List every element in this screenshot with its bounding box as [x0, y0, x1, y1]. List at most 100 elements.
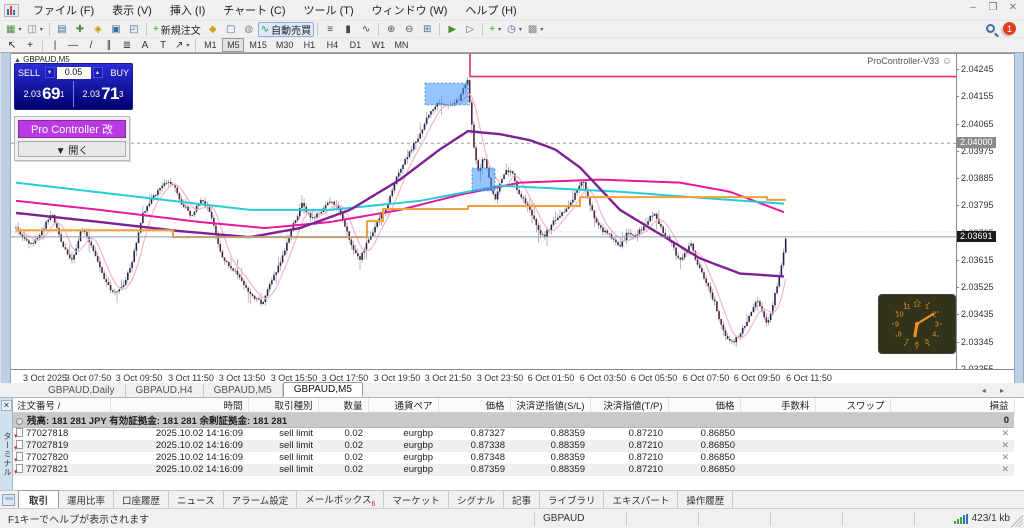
- new-order-button[interactable]: +新規注文: [150, 22, 204, 37]
- dropdown-arrow-icon[interactable]: ▾: [519, 26, 522, 33]
- timeframe-d1-button[interactable]: D1: [344, 38, 366, 52]
- terminal-close-icon[interactable]: ✕: [1, 400, 12, 411]
- chart-candles-button[interactable]: ▮: [339, 22, 357, 37]
- timeframe-m15-button[interactable]: M15: [245, 38, 271, 52]
- column-header-6[interactable]: 決済逆指値(S/L): [510, 398, 590, 413]
- terminal-tab-5[interactable]: メールボックス6: [297, 490, 384, 510]
- data-window-button[interactable]: ✚: [71, 22, 89, 37]
- indicators-button[interactable]: +▾: [486, 22, 504, 37]
- order-row-77027818[interactable]: 770278182025.10.02 14:16:09sell limit0.0…: [13, 428, 1014, 440]
- volume-down-button[interactable]: ▼: [45, 67, 55, 78]
- time-axis[interactable]: 3 Oct 20253 Oct 07:503 Oct 09:503 Oct 11…: [11, 369, 1014, 384]
- zoom-out-button[interactable]: ⊖: [400, 22, 418, 37]
- pro-controller-button[interactable]: Pro Controller 改: [18, 120, 126, 138]
- column-header-10[interactable]: スワップ: [815, 398, 890, 413]
- search-icon[interactable]: [986, 24, 995, 33]
- dropdown-arrow-icon[interactable]: ▾: [186, 42, 189, 49]
- chart-bars-button[interactable]: ≡: [321, 22, 339, 37]
- chart-tab-3[interactable]: GBPAUD,M5: [283, 382, 363, 397]
- tab-scroll-arrows[interactable]: ◂ ▸: [982, 386, 1010, 395]
- column-header-1[interactable]: 時間: [110, 398, 248, 413]
- dropdown-arrow-icon[interactable]: ▾: [18, 26, 21, 33]
- notification-badge[interactable]: 1: [1003, 22, 1016, 35]
- restore-button[interactable]: ❒: [986, 2, 1000, 13]
- chart-tab-2[interactable]: GBPAUD,M5: [204, 384, 283, 397]
- templates-button[interactable]: ▩▾: [525, 22, 546, 37]
- menu-4[interactable]: ツール (T): [295, 0, 363, 20]
- horizontal-line-button[interactable]: —: [64, 38, 82, 53]
- column-header-5[interactable]: 価格: [438, 398, 510, 413]
- terminal-tab-9[interactable]: ライブラリ: [540, 491, 605, 509]
- terminal-tab-4[interactable]: アラーム設定: [224, 491, 298, 509]
- sell-button[interactable]: SELL: [18, 68, 43, 78]
- text-button[interactable]: A: [136, 38, 154, 53]
- trendline-button[interactable]: /: [82, 38, 100, 53]
- fibonacci-button[interactable]: ≣: [118, 38, 136, 53]
- navigator-button[interactable]: ◈: [89, 22, 107, 37]
- tile-windows-button[interactable]: ⊞: [418, 22, 436, 37]
- column-header-3[interactable]: 数量: [318, 398, 368, 413]
- terminal-panel-button[interactable]: ▣: [107, 22, 125, 37]
- timeframe-mn-button[interactable]: MN: [390, 38, 412, 52]
- vertical-line-button[interactable]: |: [46, 38, 64, 53]
- community-button[interactable]: ◍: [240, 22, 258, 37]
- timeframe-h4-button[interactable]: H4: [321, 38, 343, 52]
- auto-trading-button[interactable]: ∿自動売買: [258, 22, 314, 37]
- delete-order-icon[interactable]: ✕: [1001, 452, 1009, 462]
- market-watch-button[interactable]: ▤: [53, 22, 71, 37]
- buy-price[interactable]: 2.03713: [74, 81, 132, 107]
- close-button[interactable]: ✕: [1006, 2, 1020, 13]
- strategy-tester-button[interactable]: ◰: [125, 22, 143, 37]
- price-axis[interactable]: 2.042452.041552.040652.039752.038852.037…: [956, 54, 1014, 384]
- column-header-4[interactable]: 通貨ペア: [368, 398, 438, 413]
- sell-price[interactable]: 2.03691: [15, 81, 74, 107]
- terminal-tab-3[interactable]: ニュース: [169, 491, 224, 509]
- menu-1[interactable]: 表示 (V): [103, 0, 161, 20]
- column-header-0[interactable]: 注文番号 /: [13, 398, 110, 413]
- terminal-tab-0[interactable]: 取引: [18, 490, 59, 510]
- minimize-button[interactable]: –: [966, 2, 980, 13]
- terminal-tab-2[interactable]: 口座履歴: [114, 491, 169, 509]
- menu-2[interactable]: 挿入 (I): [161, 0, 214, 20]
- chart-tab-1[interactable]: GBPAUD,H4: [126, 384, 204, 397]
- column-header-11[interactable]: 損益: [890, 398, 1014, 413]
- cursor-button[interactable]: ↖: [3, 38, 21, 53]
- column-header-7[interactable]: 決済指値(T/P): [590, 398, 668, 413]
- menu-3[interactable]: チャート (C): [214, 0, 294, 20]
- delete-order-icon[interactable]: ✕: [1001, 464, 1009, 474]
- chart-line-button[interactable]: ∿: [357, 22, 375, 37]
- periods-button[interactable]: ◷▾: [504, 22, 525, 37]
- delete-order-icon[interactable]: ✕: [1001, 428, 1009, 438]
- dropdown-arrow-icon[interactable]: ▾: [498, 26, 501, 33]
- volume-input[interactable]: 0.05: [57, 67, 91, 79]
- pro-controller-open-button[interactable]: ▼ 開く: [18, 141, 126, 157]
- timeframe-h1-button[interactable]: H1: [298, 38, 320, 52]
- crosshair-button[interactable]: +: [21, 38, 39, 53]
- zoom-in-button[interactable]: ⊕: [382, 22, 400, 37]
- profiles-button[interactable]: ◫▾: [24, 22, 45, 37]
- new-chart-button[interactable]: ▦▾: [3, 22, 24, 37]
- order-row-77027821[interactable]: 770278212025.10.02 14:16:09sell limit0.0…: [13, 464, 1014, 476]
- delete-order-icon[interactable]: ✕: [1001, 440, 1009, 450]
- timeframe-m30-button[interactable]: M30: [272, 38, 298, 52]
- menu-6[interactable]: ヘルプ (H): [456, 0, 525, 20]
- menu-0[interactable]: ファイル (F): [24, 0, 103, 20]
- terminal-tab-8[interactable]: 記事: [504, 491, 540, 509]
- terminal-tab-7[interactable]: シグナル: [449, 491, 504, 509]
- terminal-tab-10[interactable]: エキスパート: [604, 491, 678, 509]
- dropdown-arrow-icon[interactable]: ▾: [40, 26, 43, 33]
- terminal-tab-11[interactable]: 操作履歴: [678, 491, 733, 509]
- chart-tab-0[interactable]: GBPAUD,Daily: [38, 384, 126, 397]
- volume-up-button[interactable]: ▲: [93, 67, 103, 78]
- timeframe-m5-button[interactable]: M5: [222, 38, 244, 52]
- terminal-tab-6[interactable]: マーケット: [384, 491, 449, 509]
- dropdown-arrow-icon[interactable]: ▾: [540, 26, 543, 33]
- metaeditor-button[interactable]: ◆: [204, 22, 222, 37]
- style-manager-button[interactable]: ▢: [222, 22, 240, 37]
- auto-scroll-button[interactable]: ▶: [443, 22, 461, 37]
- shapes-button[interactable]: ↗▾: [172, 38, 192, 53]
- resize-grip[interactable]: [1011, 515, 1023, 527]
- order-row-77027819[interactable]: 770278192025.10.02 14:16:09sell limit0.0…: [13, 440, 1014, 452]
- timeframe-m1-button[interactable]: M1: [199, 38, 221, 52]
- chart-plot[interactable]: ▲ GBPAUD,M5 ProController-V33 ☺ SELL ▼ 0…: [11, 54, 956, 369]
